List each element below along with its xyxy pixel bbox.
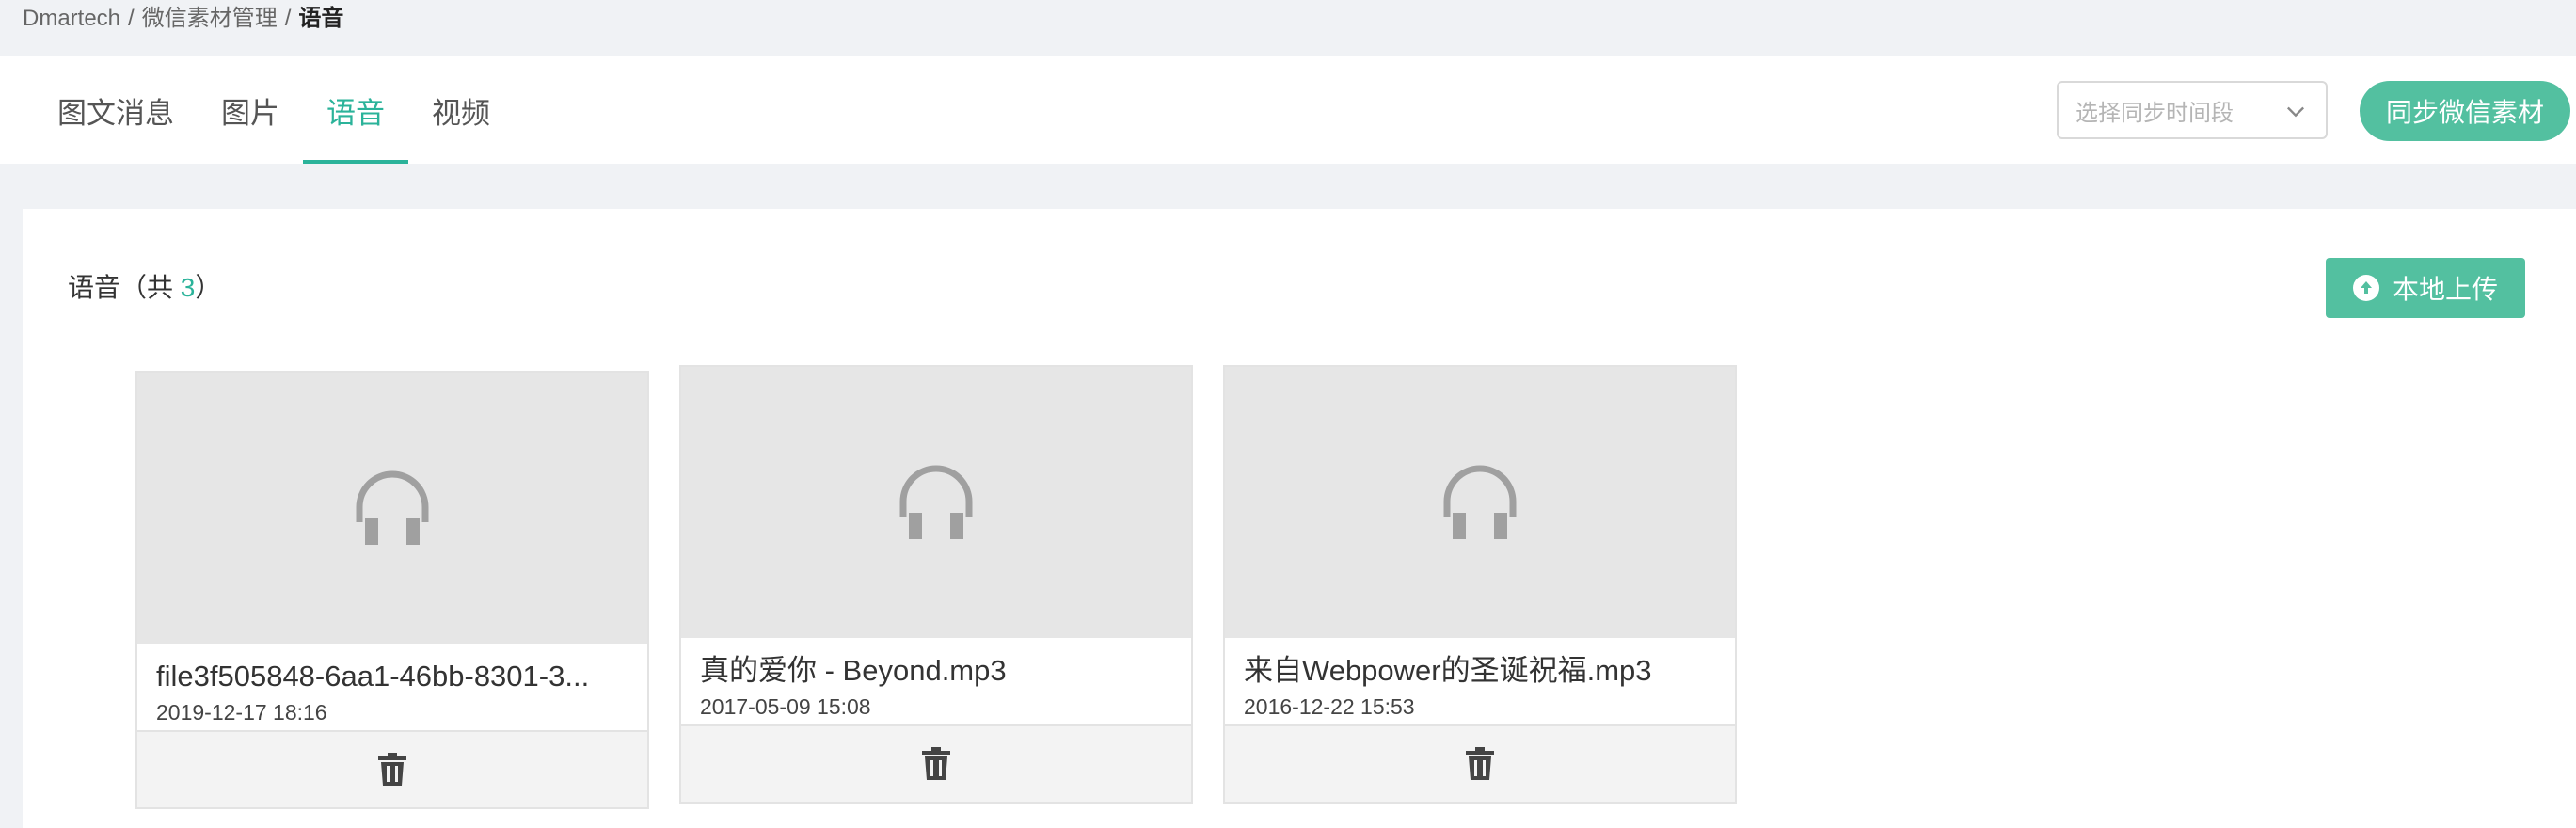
tab-news[interactable]: 图文消息 (34, 56, 198, 164)
voice-card[interactable]: 真的爱你 - Beyond.mp3 2017-05-09 15:08 (679, 365, 1193, 804)
voice-count-prefix: 语音（共 (68, 273, 181, 302)
voice-count-suffix: ） (195, 273, 222, 302)
headphones-icon (1443, 465, 1517, 539)
voice-thumbnail (1225, 367, 1735, 638)
voice-file-name: 真的爱你 - Beyond.mp3 (700, 654, 1007, 687)
breadcrumb-current: 语音 (298, 6, 344, 31)
voice-file-name: file3f505848-6aa1-46bb-8301-3... (156, 660, 590, 693)
voice-info: 来自Webpower的圣诞祝福.mp3 2016-12-22 15:53 (1225, 638, 1735, 724)
breadcrumb-root[interactable]: Dmartech (23, 6, 120, 31)
voice-count-number: 3 (180, 273, 196, 302)
voice-actions (137, 730, 647, 807)
voice-actions (681, 724, 1191, 802)
headphones-icon (356, 470, 429, 545)
upload-arrow-icon (2352, 275, 2379, 301)
breadcrumb-parent[interactable]: 微信素材管理 (142, 6, 278, 31)
tab-video[interactable]: 视频 (408, 56, 514, 164)
sync-wechat-button[interactable]: 同步微信素材 (2360, 81, 2570, 141)
trash-icon[interactable] (377, 753, 407, 787)
voice-count-title: 语音（共 3） (68, 267, 221, 305)
voice-thumbnail (137, 373, 647, 644)
tab-image[interactable]: 图片 (198, 56, 303, 164)
sync-period-placeholder: 选择同步时间段 (2075, 100, 2234, 126)
headphones-icon (899, 465, 973, 539)
trash-icon[interactable] (1465, 747, 1495, 781)
sync-period-select[interactable]: 选择同步时间段 (2057, 81, 2328, 139)
material-tab-bar: 图文消息 图片 语音 视频 选择同步时间段 同步微信素材 (0, 56, 2576, 164)
trash-icon[interactable] (921, 747, 951, 781)
voice-thumbnail (681, 367, 1191, 638)
breadcrumb-separator: / (284, 6, 292, 31)
voice-file-date: 2019-12-17 18:16 (156, 700, 327, 724)
voice-info: file3f505848-6aa1-46bb-8301-3... 2019-12… (137, 644, 647, 730)
breadcrumb: Dmartech / 微信素材管理 / 语音 (23, 4, 343, 34)
local-upload-button[interactable]: 本地上传 (2326, 258, 2525, 318)
voice-actions (1225, 724, 1735, 802)
chevron-down-icon (2287, 106, 2304, 118)
breadcrumb-separator: / (128, 6, 135, 31)
tab-list: 图文消息 图片 语音 视频 (34, 56, 514, 164)
voice-card[interactable]: 来自Webpower的圣诞祝福.mp3 2016-12-22 15:53 (1223, 365, 1737, 804)
local-upload-label: 本地上传 (2392, 275, 2498, 304)
voice-card[interactable]: file3f505848-6aa1-46bb-8301-3... 2019-12… (135, 371, 649, 809)
voice-file-date: 2017-05-09 15:08 (700, 694, 871, 719)
voice-file-date: 2016-12-22 15:53 (1244, 694, 1415, 719)
voice-info: 真的爱你 - Beyond.mp3 2017-05-09 15:08 (681, 638, 1191, 724)
voice-file-name: 来自Webpower的圣诞祝福.mp3 (1244, 654, 1652, 687)
voice-list-panel: 语音（共 3） 本地上传 file3f505848-6aa1-46bb-8301… (23, 209, 2576, 828)
tab-voice[interactable]: 语音 (303, 56, 408, 164)
